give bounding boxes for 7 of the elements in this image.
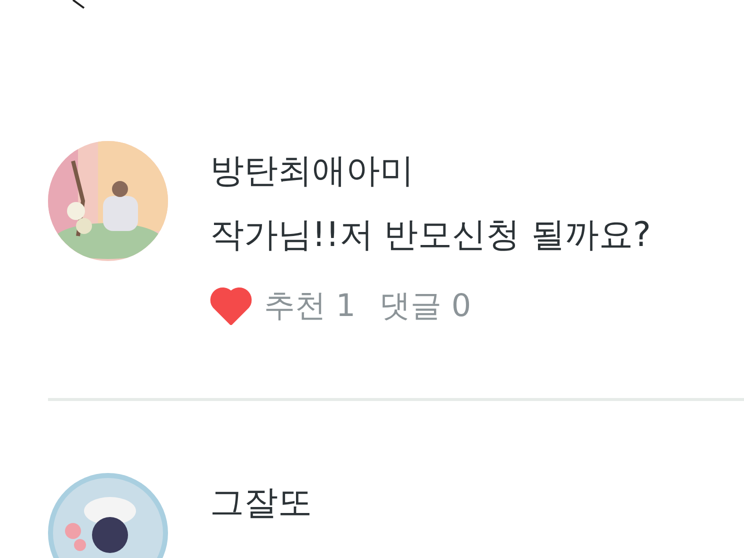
like-count[interactable]: 추천 1 xyxy=(264,283,356,330)
author-name: 그잘또 xyxy=(210,482,312,524)
author-name: 방탄최애아미 xyxy=(210,150,415,193)
heart-icon[interactable] xyxy=(210,287,252,326)
back-icon[interactable] xyxy=(72,0,86,9)
reply-count[interactable]: 댓글 0 xyxy=(380,283,472,330)
comment-text: 작가님!!저 반모신청 될까요? xyxy=(210,214,651,257)
